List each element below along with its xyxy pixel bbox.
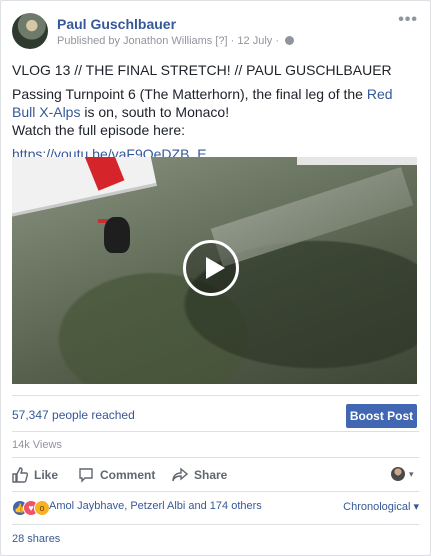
comment-label: Comment: [100, 468, 156, 482]
viewer-avatar: [391, 467, 405, 481]
post-description: Passing Turnpoint 6 (The Matterhorn), th…: [12, 85, 418, 139]
author-avatar[interactable]: [12, 13, 48, 49]
help-bracket[interactable]: [?]: [215, 35, 227, 47]
wow-reaction-icon: o: [34, 500, 50, 516]
globe-icon[interactable]: [285, 36, 295, 45]
author-name[interactable]: Paul Guschlbauer: [57, 16, 176, 32]
people-reached[interactable]: 57,347 people reached: [12, 408, 135, 422]
share-button[interactable]: Share: [172, 467, 227, 483]
published-by[interactable]: Published by Jonathon Williams: [57, 35, 212, 47]
description-prefix: Passing Turnpoint 6 (The Matterhorn), th…: [12, 86, 367, 102]
boost-post-button[interactable]: Boost Post: [346, 404, 417, 428]
post-header: Paul Guschlbauer Published by Jonathon W…: [12, 11, 420, 49]
video-player[interactable]: [12, 157, 417, 384]
reactions-names[interactable]: Amol Jaybhave, Petzerl Albi and 174 othe…: [49, 500, 262, 512]
rock-slope: [210, 167, 414, 267]
paraglider-wing-edge: [297, 157, 417, 165]
view-count[interactable]: 14k Views: [12, 439, 62, 451]
divider: [12, 395, 419, 396]
post-title: VLOG 13 // THE FINAL STRETCH! // PAUL GU…: [12, 62, 392, 78]
divider: [12, 524, 419, 525]
share-icon: [172, 467, 188, 482]
comment-icon: [79, 468, 93, 483]
divider: [12, 491, 419, 492]
description-suffix: is on, south to Monaco!: [80, 104, 230, 120]
divider: [12, 431, 419, 432]
post-meta: Published by Jonathon Williams [?] · 12 …: [57, 35, 295, 47]
divider: [12, 457, 419, 458]
comment-order-dropdown[interactable]: Chronological ▾: [343, 500, 419, 513]
meta-separator: ·: [230, 35, 235, 47]
comment-button[interactable]: Comment: [78, 467, 155, 483]
action-bar: Like Comment Share ▾: [12, 461, 419, 487]
meta-separator-2: ·: [275, 35, 279, 47]
share-count[interactable]: 28 shares: [12, 533, 60, 545]
share-label: Share: [194, 468, 228, 482]
post-date[interactable]: 12 July: [237, 35, 272, 47]
reactions-row: 👍 ♥ o Amol Jaybhave, Petzerl Albi and 17…: [12, 499, 419, 517]
paraglider-wing: [12, 157, 157, 217]
ellipsis-icon[interactable]: •••: [398, 11, 418, 29]
watch-text: Watch the full episode here:: [12, 122, 186, 138]
play-icon[interactable]: [183, 240, 239, 296]
pilot-figure: [104, 217, 130, 253]
like-label: Like: [34, 468, 59, 482]
post-text: VLOG 13 // THE FINAL STRETCH! // PAUL GU…: [12, 61, 418, 169]
like-icon: [12, 467, 28, 483]
chevron-down-icon: ▾: [409, 469, 414, 479]
like-button[interactable]: Like: [12, 467, 58, 483]
post-card: Paul Guschlbauer Published by Jonathon W…: [0, 0, 431, 556]
post-as-selector[interactable]: ▾: [391, 467, 419, 483]
